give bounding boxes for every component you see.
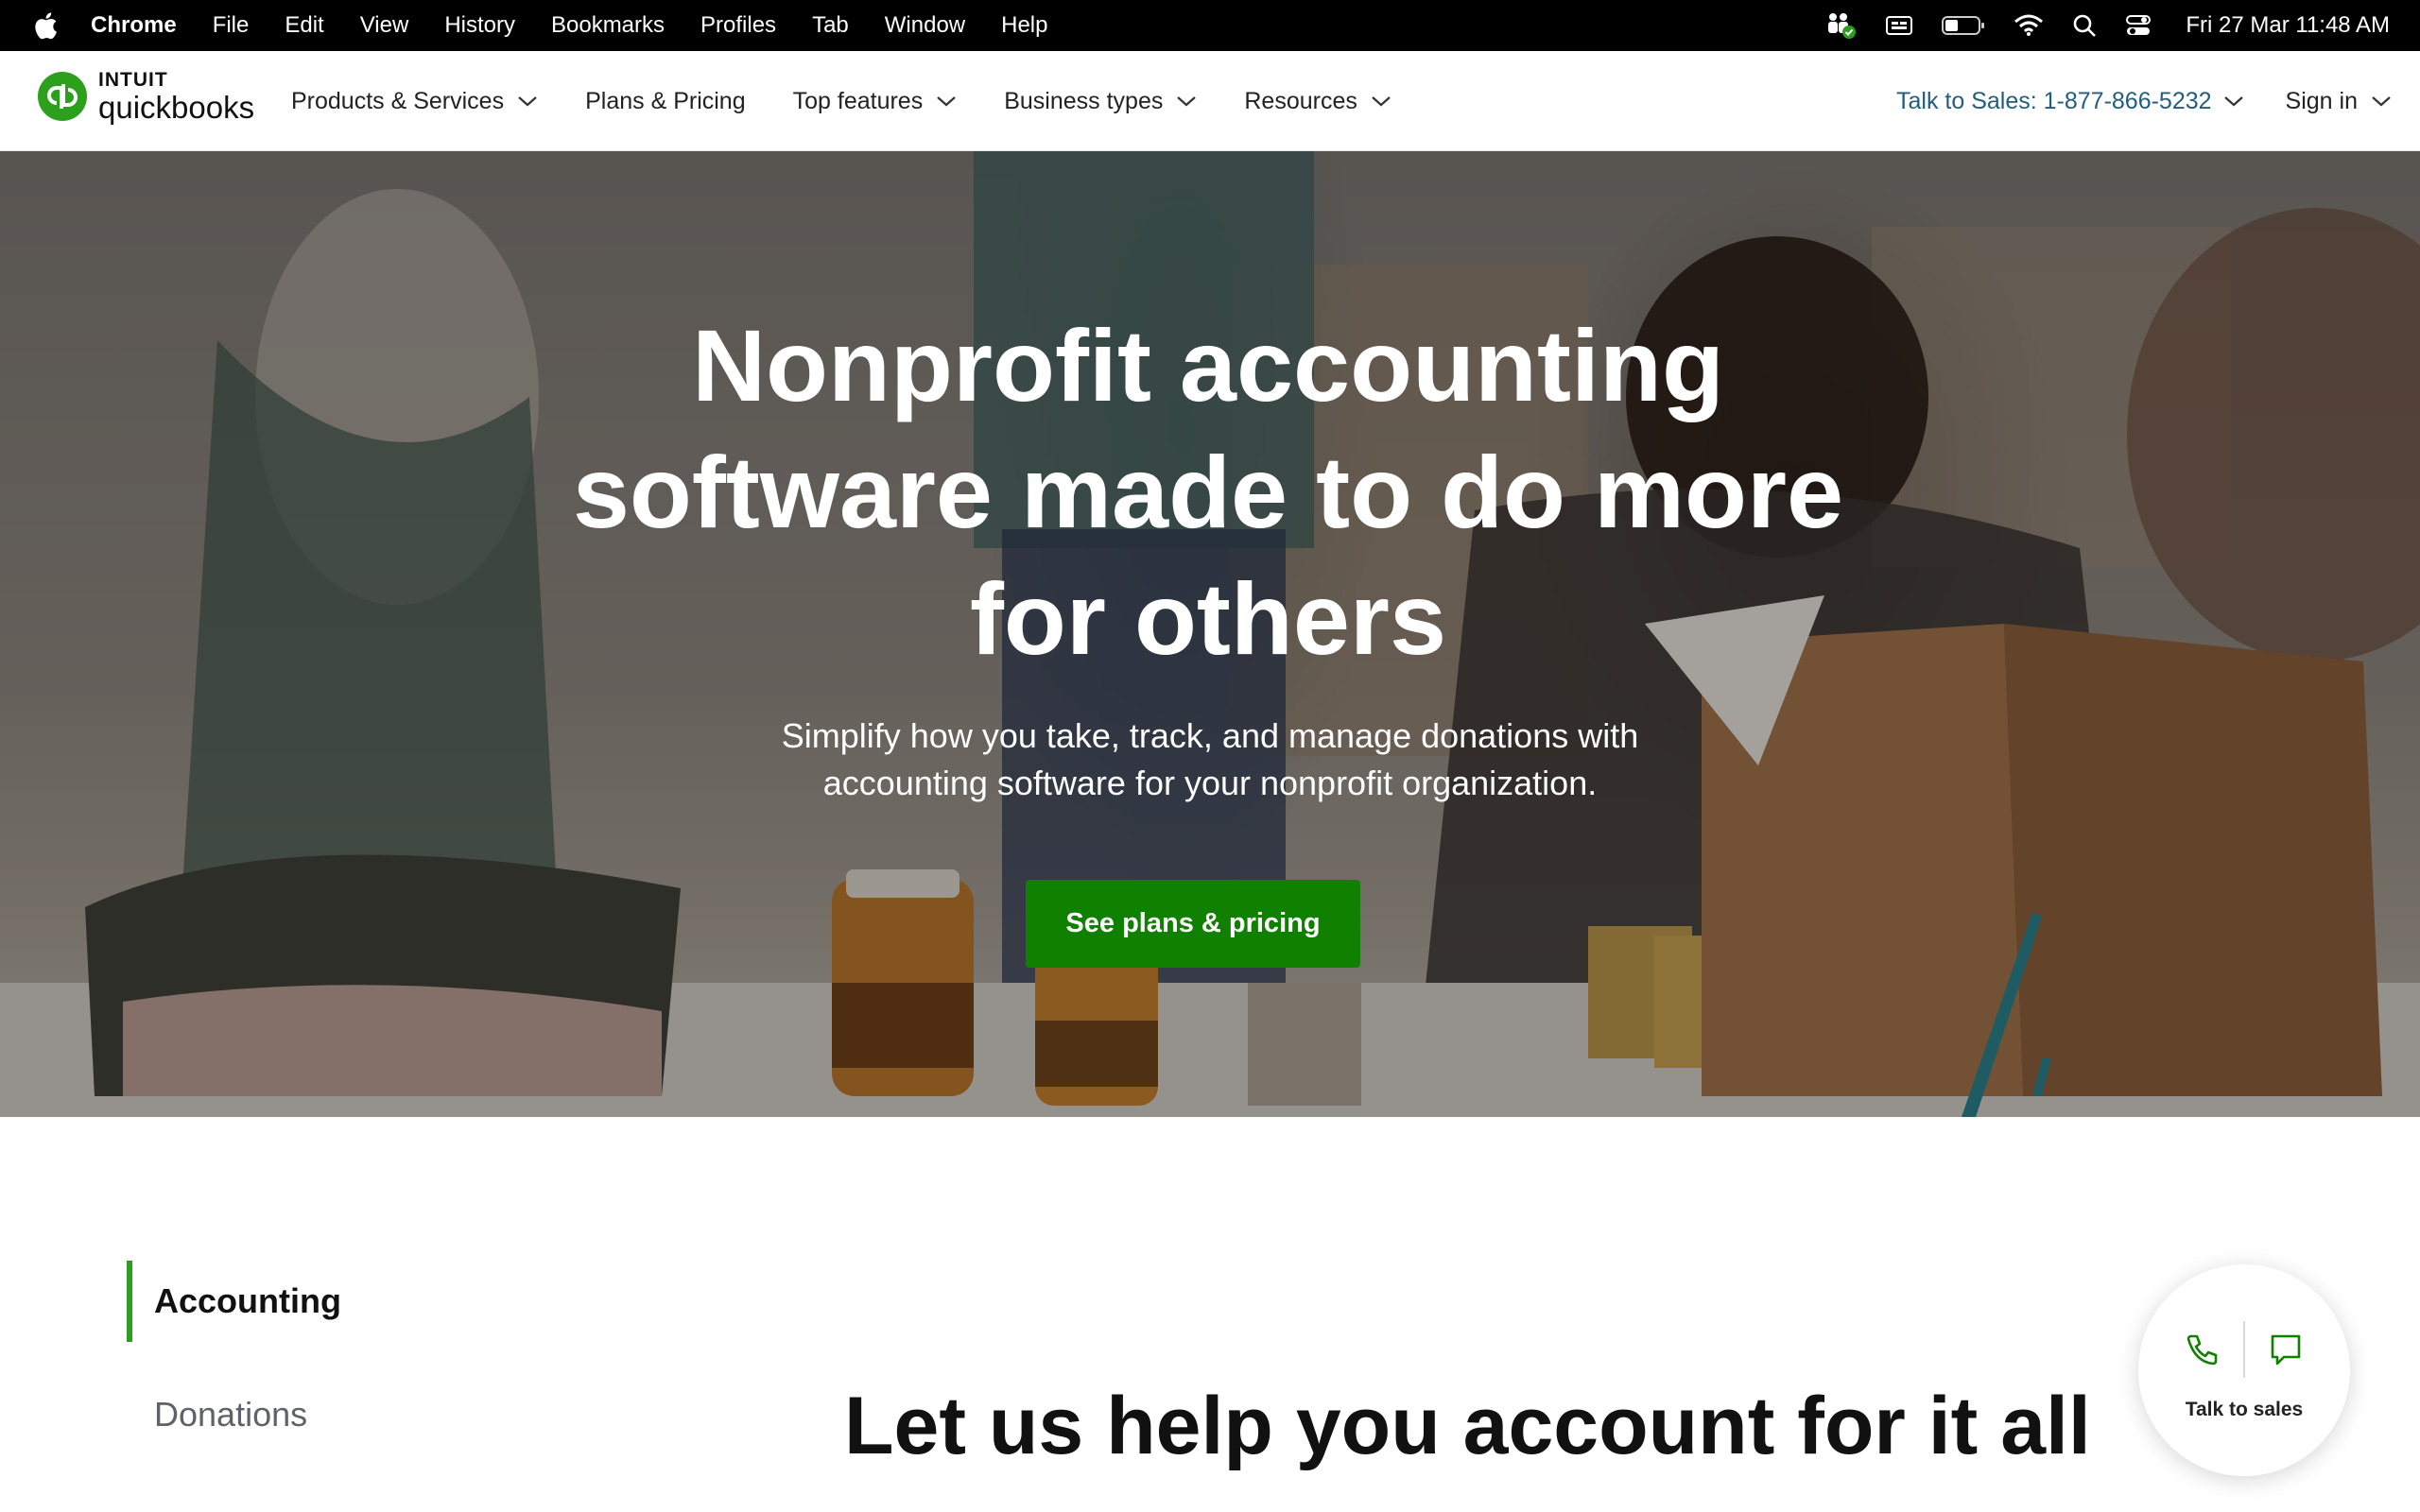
menu-history[interactable]: History (444, 12, 515, 39)
quickbooks-logo[interactable]: INTUIT quickbooks (38, 70, 254, 123)
logo-intuit-text: INTUIT (98, 69, 168, 91)
status-area: Fri 27 Mar 11:48 AM (1824, 0, 2390, 51)
hero-title-line: Nonprofit accounting (692, 308, 1724, 422)
nav-business-types-label: Business types (1004, 87, 1164, 114)
menu-edit[interactable]: Edit (285, 12, 323, 39)
hero-banner: Nonprofit accounting software made to do… (0, 151, 2420, 1117)
macos-menu-bar: Chrome File Edit View History Bookmarks … (0, 0, 2420, 51)
spotlight-search-icon[interactable] (2072, 13, 2097, 38)
nav-products-services-label: Products & Services (291, 87, 505, 114)
hero-title: Nonprofit accounting software made to do… (0, 302, 2420, 682)
hero-title-line: for others (969, 561, 1447, 676)
menu-view[interactable]: View (360, 12, 409, 39)
chevron-down-icon (936, 94, 957, 108)
header-actions: Talk to Sales: 1-877-866-5232 Sign in (1896, 51, 2392, 151)
menu-tab[interactable]: Tab (812, 12, 849, 39)
nav-plans-pricing[interactable]: Plans & Pricing (585, 88, 746, 115)
chevron-down-icon (2371, 94, 2392, 108)
chat-bubble-icon[interactable] (2245, 1331, 2326, 1368)
hero-title-line: software made to do more (572, 435, 1844, 549)
talk-to-sales-label: Talk to Sales: 1-877-866-5232 (1896, 87, 2212, 114)
phone-icon[interactable] (2162, 1331, 2243, 1368)
wifi-icon[interactable] (2014, 14, 2044, 37)
chevron-down-icon (517, 94, 538, 108)
nav-top-features[interactable]: Top features (793, 88, 958, 115)
nav-plans-pricing-label: Plans & Pricing (585, 87, 746, 114)
sign-in-button[interactable]: Sign in (2286, 88, 2392, 115)
menu-bar-clock[interactable]: Fri 27 Mar 11:48 AM (2186, 12, 2390, 39)
hero-subtitle-line: Simplify how you take, track, and manage… (781, 716, 1639, 755)
main-nav: Products & Services Plans & Pricing Top … (291, 51, 1439, 151)
section-heading: Let us help you account for it all (844, 1381, 2091, 1471)
site-header: INTUIT quickbooks Products & Services Pl… (0, 51, 2420, 151)
control-center-icon[interactable] (2125, 13, 2152, 38)
menu-window[interactable]: Window (885, 12, 965, 39)
apple-menu-icon[interactable] (32, 9, 59, 42)
talk-to-sales-widget[interactable]: Talk to sales (2138, 1264, 2350, 1476)
tab-accounting[interactable]: Accounting (127, 1261, 341, 1342)
logo-quickbooks-text: quickbooks (98, 90, 255, 125)
nav-top-features-label: Top features (792, 87, 924, 114)
menu-file[interactable]: File (213, 12, 250, 39)
nav-resources-label: Resources (1244, 87, 1357, 114)
talk-to-sales-widget-label: Talk to sales (2185, 1399, 2304, 1420)
quickbooks-logo-icon (38, 72, 87, 121)
nav-resources[interactable]: Resources (1244, 88, 1392, 115)
menu-app-name[interactable]: Chrome (91, 12, 177, 39)
tab-donations[interactable]: Donations (127, 1374, 341, 1455)
chevron-down-icon (1371, 94, 1392, 108)
nav-products-services[interactable]: Products & Services (291, 88, 538, 115)
hero-subtitle-line: accounting software for your nonprofit o… (822, 764, 1598, 802)
menu-profiles[interactable]: Profiles (700, 12, 776, 39)
chevron-down-icon (1176, 94, 1197, 108)
battery-icon[interactable] (1942, 14, 1985, 37)
see-plans-pricing-button[interactable]: See plans & pricing (1026, 880, 1360, 968)
hero-subtitle: Simplify how you take, track, and manage… (0, 713, 2420, 807)
feature-tabs: Accounting Donations (127, 1261, 341, 1455)
talk-to-sales-link[interactable]: Talk to Sales: 1-877-866-5232 (1896, 88, 2244, 115)
menu-help[interactable]: Help (1001, 12, 1047, 39)
nav-business-types[interactable]: Business types (1004, 88, 1197, 115)
family-sharing-icon[interactable] (1824, 11, 1857, 40)
display-icon[interactable] (1885, 14, 1913, 37)
menu-bookmarks[interactable]: Bookmarks (551, 12, 665, 39)
sign-in-label: Sign in (2285, 87, 2358, 114)
chevron-down-icon (2223, 94, 2244, 108)
